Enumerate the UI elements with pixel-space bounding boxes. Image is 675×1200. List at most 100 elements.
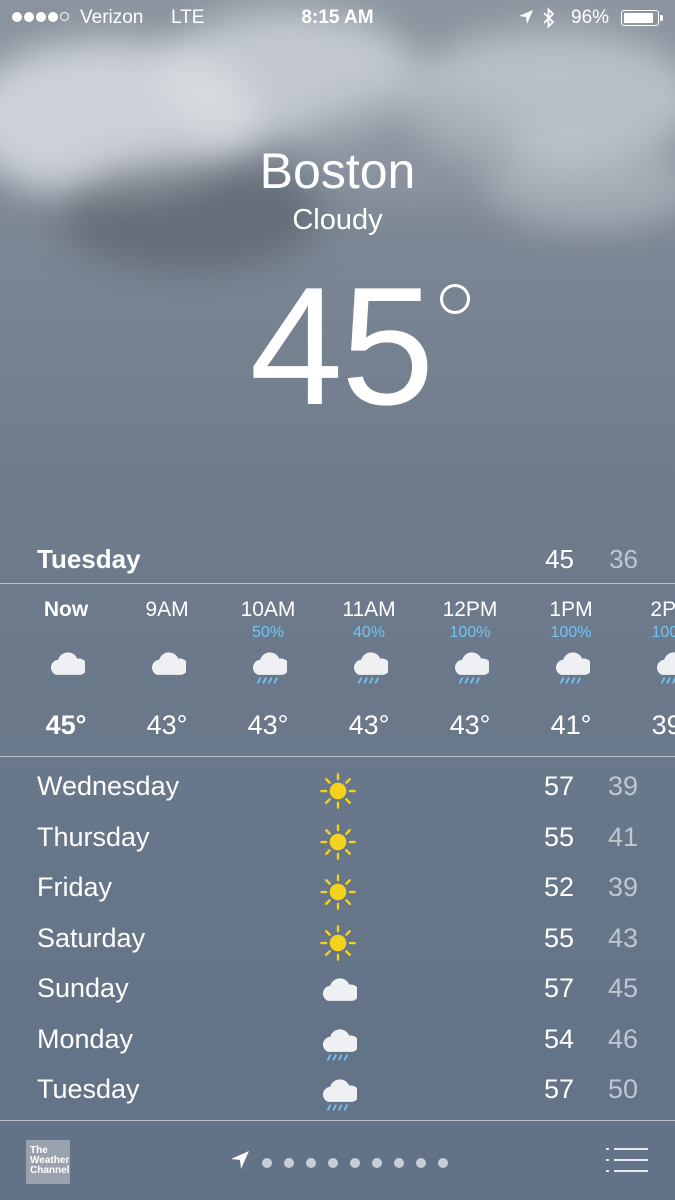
day-high: 57 — [543, 771, 574, 801]
day-name: Tuesday — [37, 1074, 140, 1104]
daily-row: Saturday 55 43 — [0, 914, 675, 965]
page-dot[interactable] — [438, 1157, 448, 1168]
cloud-icon — [16, 646, 116, 686]
sun-icon — [318, 923, 358, 963]
logo-line: Channel — [30, 1165, 70, 1176]
day-low: 39 — [607, 771, 638, 801]
divider — [0, 756, 675, 757]
hour-temperature: 41° — [550, 710, 592, 740]
day-low: 39 — [607, 872, 638, 902]
sun-icon — [318, 822, 358, 862]
hourly-item: Now 45° — [16, 590, 116, 741]
precip-chance: 40% — [352, 624, 386, 641]
day-name: Friday — [37, 872, 113, 902]
degree-symbol — [440, 284, 470, 314]
page-dot[interactable] — [284, 1157, 294, 1168]
page-dot[interactable] — [350, 1157, 360, 1168]
cloud-icon — [318, 973, 358, 1013]
hour-label: 1PM — [549, 598, 593, 621]
hourly-item: 10AM 50% 43° — [218, 590, 318, 741]
precip-chance: 50% — [251, 624, 285, 641]
page-dot[interactable] — [262, 1157, 272, 1168]
bottom-toolbar: The Weather Channel — [0, 1120, 675, 1200]
daily-row: Thursday 55 41 — [0, 813, 675, 864]
page-dot[interactable] — [306, 1157, 316, 1168]
hour-temperature: 43° — [247, 710, 289, 740]
precip-chance: 100% — [449, 624, 491, 641]
hour-label: Now — [43, 598, 89, 621]
hour-label: 11AM — [342, 598, 396, 621]
daily-row: Sunday 57 45 — [0, 964, 675, 1015]
hourly-item: 9AM 43° — [117, 590, 217, 741]
today-high: 45 — [545, 544, 574, 574]
day-name: Wednesday — [37, 771, 180, 801]
day-high: 55 — [543, 922, 574, 953]
city-name: Boston — [259, 143, 416, 199]
hourly-item: 11AM 40% 43° — [319, 590, 419, 741]
day-name: Sunday — [37, 973, 129, 1003]
location-services-icon — [518, 9, 534, 31]
hour-label: 9AM — [145, 598, 189, 621]
day-name: Saturday — [37, 922, 146, 953]
current-temperature: 45 — [249, 252, 435, 440]
precip-chance: 100% — [651, 624, 675, 641]
battery-percent: 96% — [571, 7, 610, 28]
hourly-forecast-scroller[interactable]: Now 45° 9AM 43° 10AM 50% 43° 11AM 40% 43° 12PM 100%… — [0, 590, 675, 750]
day-low: 41 — [607, 821, 638, 852]
hour-temperature: 43° — [146, 710, 188, 740]
weather-channel-logo[interactable]: The Weather Channel — [26, 1140, 70, 1184]
hour-label: 2PM — [650, 598, 675, 621]
today-summary: Tuesday 45 36 — [0, 540, 675, 580]
day-low: 43 — [607, 922, 638, 953]
page-dot[interactable] — [328, 1157, 338, 1168]
rain-cloud-icon — [318, 1074, 358, 1114]
hour-temperature: 45° — [45, 710, 87, 740]
daily-row: Friday 52 39 — [0, 863, 675, 914]
current-location-icon — [230, 1150, 250, 1175]
day-high: 57 — [543, 973, 574, 1003]
precip-chance — [117, 624, 217, 646]
daily-forecast-list: Wednesday 57 39 Thursday 55 41 Friday 52 39 Satur… — [0, 762, 675, 1116]
day-name: Thursday — [37, 821, 150, 852]
sun-icon — [318, 771, 358, 811]
daily-row: Monday 54 46 — [0, 1015, 675, 1066]
hour-temperature: 39° — [651, 710, 675, 740]
daily-row: Tuesday 57 50 — [0, 1065, 675, 1116]
divider — [0, 583, 675, 584]
cloud-icon — [117, 646, 217, 686]
hourly-item: 1PM 100% 41° — [521, 590, 621, 741]
battery-icon — [621, 10, 663, 26]
hourly-item: 2PM 100% 39° — [622, 590, 675, 741]
page-indicator[interactable] — [230, 1150, 448, 1175]
city-list-button[interactable] — [606, 1146, 648, 1174]
sun-icon — [318, 872, 358, 912]
rain-cloud-icon — [521, 646, 621, 686]
day-low: 45 — [607, 973, 638, 1003]
today-day: Tuesday — [37, 544, 141, 574]
rain-cloud-icon — [318, 1024, 358, 1064]
rain-cloud-icon — [319, 646, 419, 686]
day-name: Monday — [37, 1023, 134, 1054]
page-dot[interactable] — [372, 1157, 382, 1168]
rain-cloud-icon — [420, 646, 520, 686]
day-low: 46 — [607, 1023, 638, 1054]
day-high: 54 — [543, 1023, 574, 1054]
hour-temperature: 43° — [348, 710, 390, 740]
hour-label: 12PM — [442, 598, 498, 621]
weather-condition: Cloudy — [292, 204, 383, 236]
page-dot[interactable] — [416, 1157, 426, 1168]
daily-row: Wednesday 57 39 — [0, 762, 675, 813]
precip-chance — [16, 624, 116, 646]
hour-label: 10AM — [240, 598, 296, 621]
today-low: 36 — [609, 544, 638, 574]
bluetooth-icon — [542, 7, 556, 35]
hour-temperature: 43° — [449, 710, 491, 740]
page-dot[interactable] — [394, 1157, 404, 1168]
day-low: 50 — [607, 1074, 638, 1104]
precip-chance: 100% — [550, 624, 592, 641]
status-bar: Verizon LTE 8:15 AM 96% — [0, 0, 675, 38]
rain-cloud-icon — [218, 646, 318, 686]
rain-cloud-icon — [622, 646, 675, 686]
hourly-item: 12PM 100% 43° — [420, 590, 520, 741]
day-high: 55 — [543, 821, 574, 852]
